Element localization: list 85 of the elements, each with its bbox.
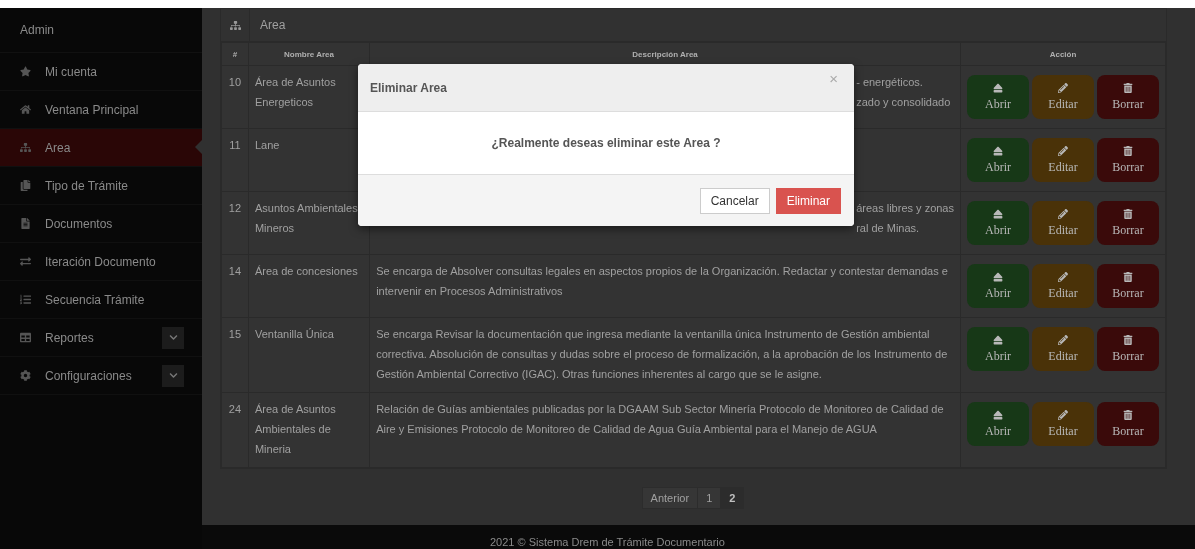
home-icon	[20, 104, 33, 115]
description-text: Se encarga de Absolver consultas legales en aspectos propios de la Organización. Redactar y contestar demandas e intervenir en Procesos Administrativos	[376, 264, 949, 299]
settings-icon	[20, 370, 33, 381]
dialog-title: Eliminar Area	[370, 80, 447, 95]
edit-button[interactable]: Editar	[1032, 327, 1094, 371]
pencil-icon	[1058, 145, 1068, 156]
eject-icon	[993, 145, 1003, 156]
open-button[interactable]: Abrir	[967, 75, 1029, 119]
pencil-icon	[1058, 334, 1068, 345]
sidebar-item-label: Reportes	[45, 330, 94, 345]
sidebar-item[interactable]: Area	[0, 129, 202, 167]
description-text: zado y consolidado	[856, 95, 952, 110]
delete-button[interactable]: Borrar	[1097, 402, 1159, 446]
table-cell: Área de Asuntos Ambientales de Mineria	[248, 392, 370, 468]
open-button[interactable]: Abrir	[967, 138, 1029, 182]
delete-button[interactable]: Borrar	[1097, 327, 1159, 371]
sidebar-item-label: Area	[45, 140, 71, 155]
eject-icon	[993, 82, 1003, 93]
column-header: Acción	[960, 42, 1166, 66]
edit-button[interactable]: Editar	[1032, 138, 1094, 182]
table-cell: 12	[221, 191, 249, 255]
eject-icon	[993, 271, 1003, 282]
page-button[interactable]: 2	[720, 487, 745, 509]
sidebar-item-label: Configuraciones	[45, 368, 132, 383]
trash-icon	[1123, 145, 1133, 156]
description-text: áreas libres y zonas	[856, 201, 954, 216]
chevron-icon[interactable]	[162, 364, 184, 387]
table-cell: 14	[221, 254, 249, 318]
sidebar-item-label: Documentos	[45, 216, 113, 231]
table-cell: 11	[221, 128, 249, 192]
edit-button[interactable]: Editar	[1032, 75, 1094, 119]
pencil-icon	[1058, 82, 1068, 93]
panel-title: Area	[259, 18, 286, 32]
cancel-button[interactable]: Cancelar	[699, 187, 770, 214]
open-button[interactable]: Abrir	[967, 402, 1029, 446]
open-button[interactable]: Abrir	[967, 201, 1029, 245]
eject-icon	[993, 208, 1003, 219]
sitemap-icon	[20, 142, 33, 153]
column-header: Nombre Area	[248, 42, 370, 66]
edit-button[interactable]: Editar	[1032, 402, 1094, 446]
star-icon	[20, 66, 33, 77]
description-text: ral de Minas.	[856, 221, 921, 236]
sidebar-item-label: Iteración Documento	[45, 254, 156, 269]
trash-icon	[1123, 409, 1133, 420]
delete-button[interactable]: Borrar	[1097, 75, 1159, 119]
chevron-icon[interactable]	[162, 326, 184, 349]
table-cell: 24	[221, 392, 249, 468]
sidebar-item-label: Mi cuenta	[45, 64, 98, 79]
table-cell: Área de concesiones	[248, 254, 370, 318]
page-button[interactable]: 1	[697, 487, 722, 509]
edit-button[interactable]: Editar	[1032, 201, 1094, 245]
table-cell: 15	[221, 317, 249, 393]
dialog-message: ¿Realmente deseas eliminar este Area ?	[491, 136, 721, 150]
file-icon	[20, 218, 33, 229]
sidebar-item-label: Ventana Principal	[45, 102, 139, 117]
eject-icon	[993, 334, 1003, 345]
trash-icon	[1123, 271, 1133, 282]
table-icon	[20, 332, 33, 343]
exchange-icon	[20, 256, 33, 267]
sidebar-item-label: Secuencia Trámite	[45, 292, 145, 307]
open-button[interactable]: Abrir	[967, 264, 1029, 308]
description-text: - energéticos.	[856, 75, 924, 90]
copy-icon	[20, 180, 33, 191]
delete-button[interactable]: Borrar	[1097, 264, 1159, 308]
table-cell: Ventanilla Única	[248, 317, 370, 393]
column-header: #	[221, 42, 249, 66]
open-button[interactable]: Abrir	[967, 327, 1029, 371]
pencil-icon	[1058, 271, 1068, 282]
list-icon	[20, 294, 33, 305]
delete-button[interactable]: Borrar	[1097, 138, 1159, 182]
delete-button[interactable]: Borrar	[1097, 201, 1159, 245]
pencil-icon	[1058, 409, 1068, 420]
description-text: Se encarga Revisar la documentación que ingresa mediante la ventanilla única Instrumento de Gestión ambiental correctiva. Absolución de consultas y dudas sobre el proceso de formalización, a la aprobación de los Instrumento de Gestión Ambiental Correctivo (IGAC). Otras funciones inherentes al cargo que se le asigne.	[376, 327, 949, 382]
eject-icon	[993, 409, 1003, 420]
table-cell: 10	[221, 65, 249, 129]
page-button[interactable]: Anterior	[641, 487, 699, 509]
pencil-icon	[1058, 208, 1068, 219]
trash-icon	[1123, 208, 1133, 219]
edit-button[interactable]: Editar	[1032, 264, 1094, 308]
trash-icon	[1123, 334, 1133, 345]
footer-text: 2021 © Sistema Drem de Trámite Documentario	[202, 525, 1195, 549]
delete-button[interactable]: Eliminar	[775, 187, 841, 214]
trash-icon	[1123, 82, 1133, 93]
sidebar-item-label: Tipo de Trámite	[45, 178, 128, 193]
description-text: Relación de Guías ambientales publicadas por la DGAAM Sub Sector Minería Protocolo de Monitoreo de Calidad de Aire y Emisiones Protocolo de Monitoreo de Calidad de Agua Guía Ambiental para el Manejo de AGUA	[376, 402, 945, 437]
